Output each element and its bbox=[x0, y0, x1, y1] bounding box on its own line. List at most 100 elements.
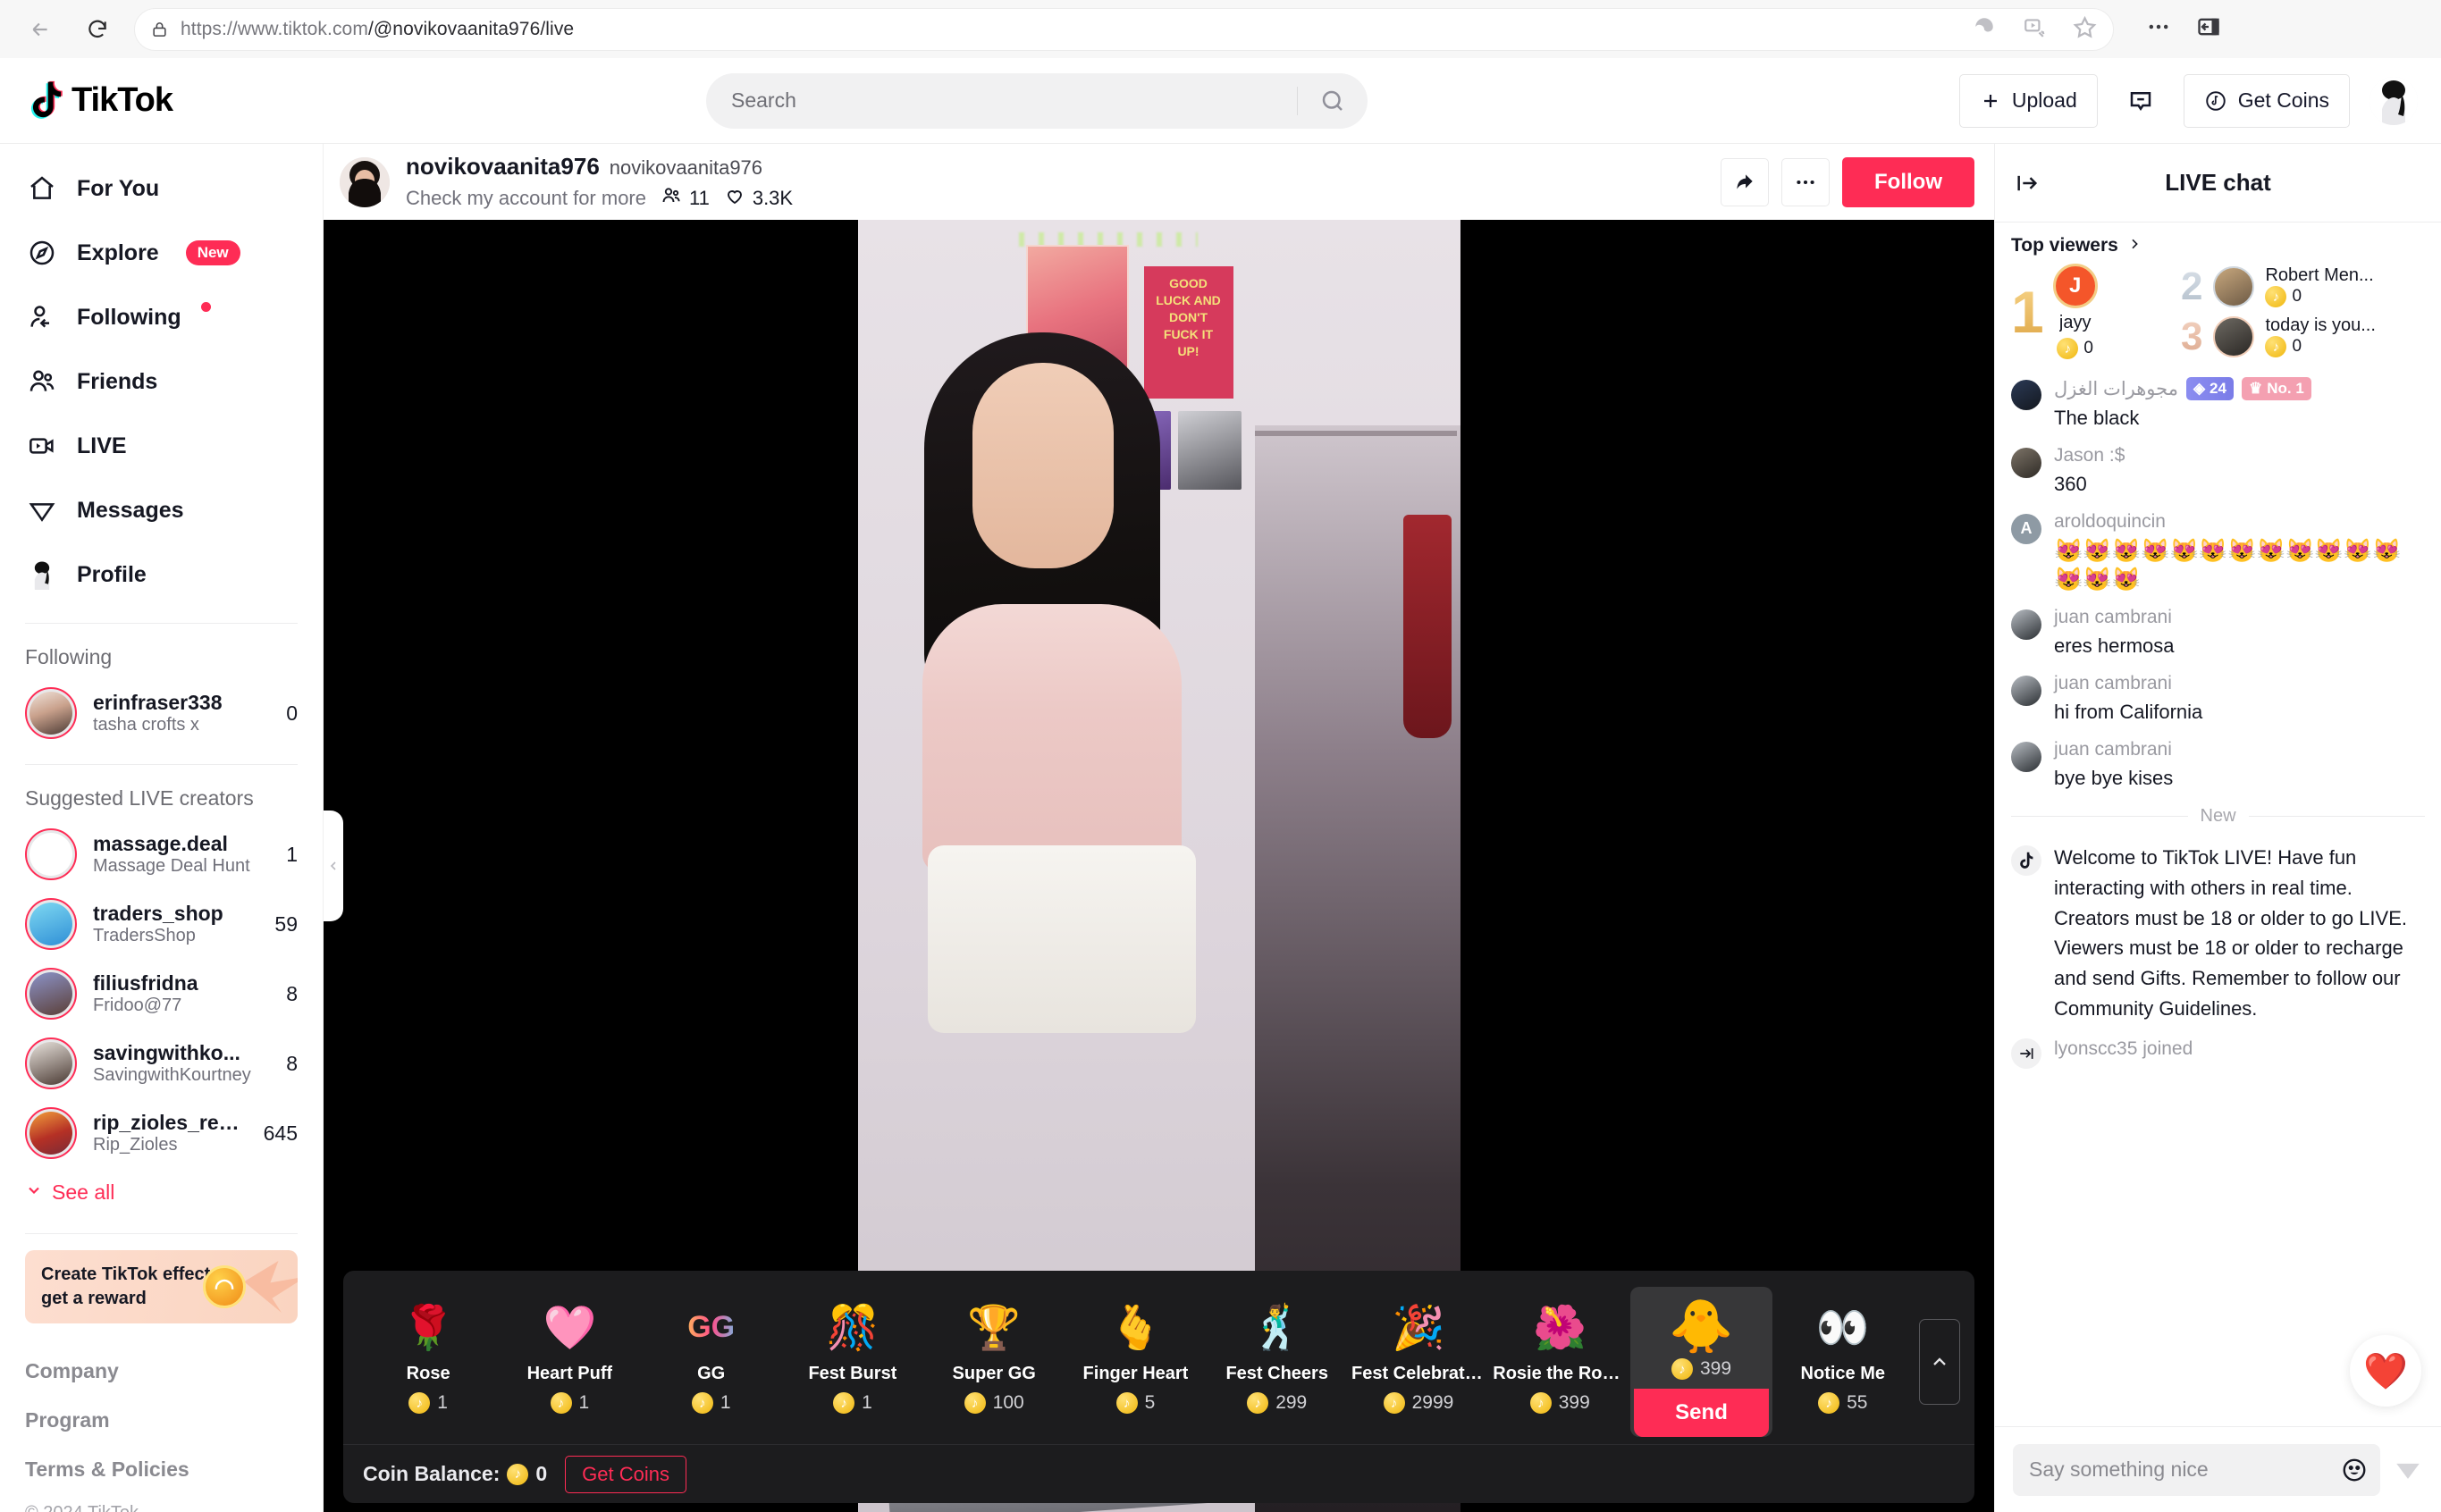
rank-number: 2 bbox=[2181, 264, 2203, 308]
reload-icon[interactable] bbox=[77, 9, 118, 50]
collapse-right-icon[interactable] bbox=[2015, 171, 2040, 196]
gift-name: Fest Burst bbox=[808, 1364, 897, 1383]
creator-name: massage.deal bbox=[93, 832, 228, 855]
back-arrow-icon[interactable] bbox=[20, 9, 61, 50]
sidebar-item-for-you[interactable]: For You bbox=[9, 156, 314, 221]
gift-panel-expand-button[interactable] bbox=[1918, 1319, 1960, 1405]
gift-item-selected[interactable]: 🐥 ♪ 399 Send bbox=[1630, 1287, 1772, 1437]
gift-item-heart-puff[interactable]: 🩷 Heart Puff ♪ 1 bbox=[499, 1287, 640, 1426]
sidebar-collapse-handle[interactable] bbox=[324, 811, 343, 921]
copilot-icon[interactable] bbox=[1973, 15, 1996, 43]
follow-button[interactable]: Follow bbox=[1842, 156, 1974, 207]
gift-item-rose[interactable]: 🌹 Rose ♪ 1 bbox=[358, 1287, 499, 1426]
list-item[interactable]: massage.deal Massage Deal Hunt 1 bbox=[0, 819, 323, 889]
sidebar-item-messages[interactable]: Messages bbox=[9, 478, 314, 542]
sidebar-item-live[interactable]: LIVE bbox=[9, 414, 314, 478]
gift-item-fest-celebration[interactable]: 🎉 Fest Celebration ♪ 2999 bbox=[1348, 1287, 1489, 1426]
live-video-player[interactable]: GOOD LUCK AND DON'T FUCK IT UP! 🌹 Rose ♪… bbox=[324, 220, 1994, 1512]
gift-item-finger-heart[interactable]: 🫰 Finger Heart ♪ 5 bbox=[1065, 1287, 1206, 1426]
tiktok-logo-text: TikTok bbox=[72, 81, 173, 119]
coin-icon: ♪ bbox=[507, 1463, 529, 1485]
top-viewers-button[interactable]: Top viewers bbox=[2011, 235, 2425, 256]
gift-item-fest-burst[interactable]: 🎊 Fest Burst ♪ 1 bbox=[782, 1287, 923, 1426]
see-all-button[interactable]: See all bbox=[0, 1168, 323, 1217]
like-button-row: ❤️ bbox=[1995, 1330, 2441, 1426]
gift-name: Super GG bbox=[952, 1364, 1036, 1383]
footer-link-terms[interactable]: Terms & Policies bbox=[25, 1445, 298, 1494]
sidebar-item-following[interactable]: Following bbox=[9, 285, 314, 349]
chat-text: hi from California bbox=[2054, 700, 2203, 723]
level-badge: ◈ 24 bbox=[2185, 377, 2234, 400]
top-viewer-1[interactable]: 1 J jayy ♪ 0 bbox=[2011, 264, 2181, 359]
sidebar-label: Explore bbox=[77, 239, 159, 265]
chat-input[interactable] bbox=[2029, 1457, 2330, 1482]
top-viewer-3[interactable]: 3 today is you... ♪ 0 bbox=[2181, 315, 2425, 357]
chat-message-list[interactable]: مجوهرات الغزل ◈ 24 ♛ No. 1 The black Jason… bbox=[1995, 370, 2441, 1330]
sidebar-label: Following bbox=[77, 304, 181, 330]
footer-link-program[interactable]: Program bbox=[25, 1396, 298, 1445]
sidebar-item-explore[interactable]: Explore New bbox=[9, 221, 314, 285]
gift-item-gg[interactable]: GG GG ♪ 1 bbox=[641, 1287, 782, 1426]
upload-button[interactable]: Upload bbox=[1958, 73, 2098, 128]
paper-plane-icon bbox=[25, 496, 59, 525]
user-avatar[interactable] bbox=[2369, 76, 2418, 125]
stream-header-actions: Follow bbox=[1721, 156, 1974, 207]
share-icon[interactable] bbox=[1721, 157, 1770, 206]
list-item[interactable]: traders_shop TradersShop 59 bbox=[0, 889, 323, 959]
get-coins-button-panel[interactable]: Get Coins bbox=[565, 1455, 686, 1493]
streamer-handle: novikovaanita976 bbox=[609, 155, 763, 179]
tiktok-logo[interactable]: TikTok bbox=[29, 80, 261, 122]
gift-fest-burst-icon: 🎊 bbox=[826, 1304, 880, 1352]
ellipsis-icon[interactable] bbox=[2146, 14, 2171, 44]
list-item[interactable]: filiusfridna Fridoo@77 8 bbox=[0, 959, 323, 1029]
browser-toolbar: https://www.tiktok.com/@novikovaanita976… bbox=[0, 0, 2441, 58]
crown-icon: ♛ bbox=[2248, 380, 2263, 397]
chat-username: Jason :$ bbox=[2054, 444, 2125, 466]
gift-item-notice-me[interactable]: 👀 Notice Me ♪ 55 bbox=[1772, 1287, 1914, 1426]
search-icon[interactable] bbox=[1298, 88, 1368, 114]
coin-icon: ♪ bbox=[1818, 1392, 1840, 1414]
search-input[interactable] bbox=[706, 88, 1297, 113]
gift-item-rosie-the-rose[interactable]: 🌺 Rosie the Rose B... ♪ 399 bbox=[1489, 1287, 1630, 1426]
gift-name: Rosie the Rose B... bbox=[1493, 1364, 1627, 1383]
gift-name: GG bbox=[697, 1364, 726, 1383]
get-coins-button[interactable]: Get Coins bbox=[2183, 73, 2350, 128]
list-item[interactable]: rip_zioles_reall Rip_Zioles 645 bbox=[0, 1098, 323, 1168]
gift-cost: 1 bbox=[720, 1392, 731, 1413]
split-screen-icon[interactable] bbox=[2023, 15, 2046, 43]
list-item[interactable]: erinfraser338 tasha crofts x 0 bbox=[0, 678, 323, 748]
chat-input-wrapper[interactable] bbox=[2013, 1443, 2380, 1496]
creator-name: erinfraser338 bbox=[93, 691, 223, 714]
coin-icon: ♪ bbox=[550, 1392, 572, 1414]
star-icon[interactable] bbox=[2073, 15, 2097, 44]
sidebar-divider bbox=[25, 1233, 298, 1234]
avatar bbox=[2213, 315, 2255, 357]
gift-cost: 1 bbox=[437, 1392, 448, 1413]
address-bar[interactable]: https://www.tiktok.com/@novikovaanita976… bbox=[134, 7, 2114, 51]
send-gift-button[interactable]: Send bbox=[1634, 1389, 1769, 1437]
heart-icon[interactable]: ❤️ bbox=[2350, 1335, 2421, 1407]
gift-item-super-gg[interactable]: 🏆 Super GG ♪ 100 bbox=[923, 1287, 1065, 1426]
list-item[interactable]: savingwithko... SavingwithKourtney 8 bbox=[0, 1029, 323, 1098]
chat-input-bar bbox=[1995, 1426, 2441, 1512]
top-viewer-2[interactable]: 2 Robert Men... ♪ 0 bbox=[2181, 265, 2425, 307]
send-icon[interactable] bbox=[2393, 1455, 2423, 1485]
creator-subtitle: Rip_Zioles bbox=[93, 1135, 178, 1155]
inbox-icon[interactable] bbox=[2117, 78, 2164, 124]
viewer-coins: 0 bbox=[2292, 337, 2302, 356]
streamer-avatar[interactable] bbox=[340, 156, 390, 207]
promo-line-2: get a reward bbox=[41, 1289, 147, 1308]
friends-icon bbox=[25, 367, 59, 396]
sidebar-toggle-icon[interactable] bbox=[2196, 14, 2221, 44]
more-options-icon[interactable] bbox=[1781, 157, 1831, 206]
creator-subtitle: Massage Deal Hunt bbox=[93, 856, 250, 876]
emoji-icon[interactable] bbox=[2341, 1457, 2368, 1483]
search-bar[interactable] bbox=[706, 72, 1368, 129]
system-message-text: Welcome to TikTok LIVE! Have fun interac… bbox=[2054, 846, 2407, 1020]
gift-item-fest-cheers[interactable]: 🕺 Fest Cheers ♪ 299 bbox=[1207, 1287, 1348, 1426]
sidebar-item-profile[interactable]: Profile bbox=[9, 542, 314, 607]
promo-banner[interactable]: Create TikTok effects, get a reward ◠ bbox=[25, 1250, 298, 1323]
see-all-label: See all bbox=[52, 1180, 115, 1204]
footer-link-company[interactable]: Company bbox=[25, 1347, 298, 1396]
sidebar-item-friends[interactable]: Friends bbox=[9, 349, 314, 414]
